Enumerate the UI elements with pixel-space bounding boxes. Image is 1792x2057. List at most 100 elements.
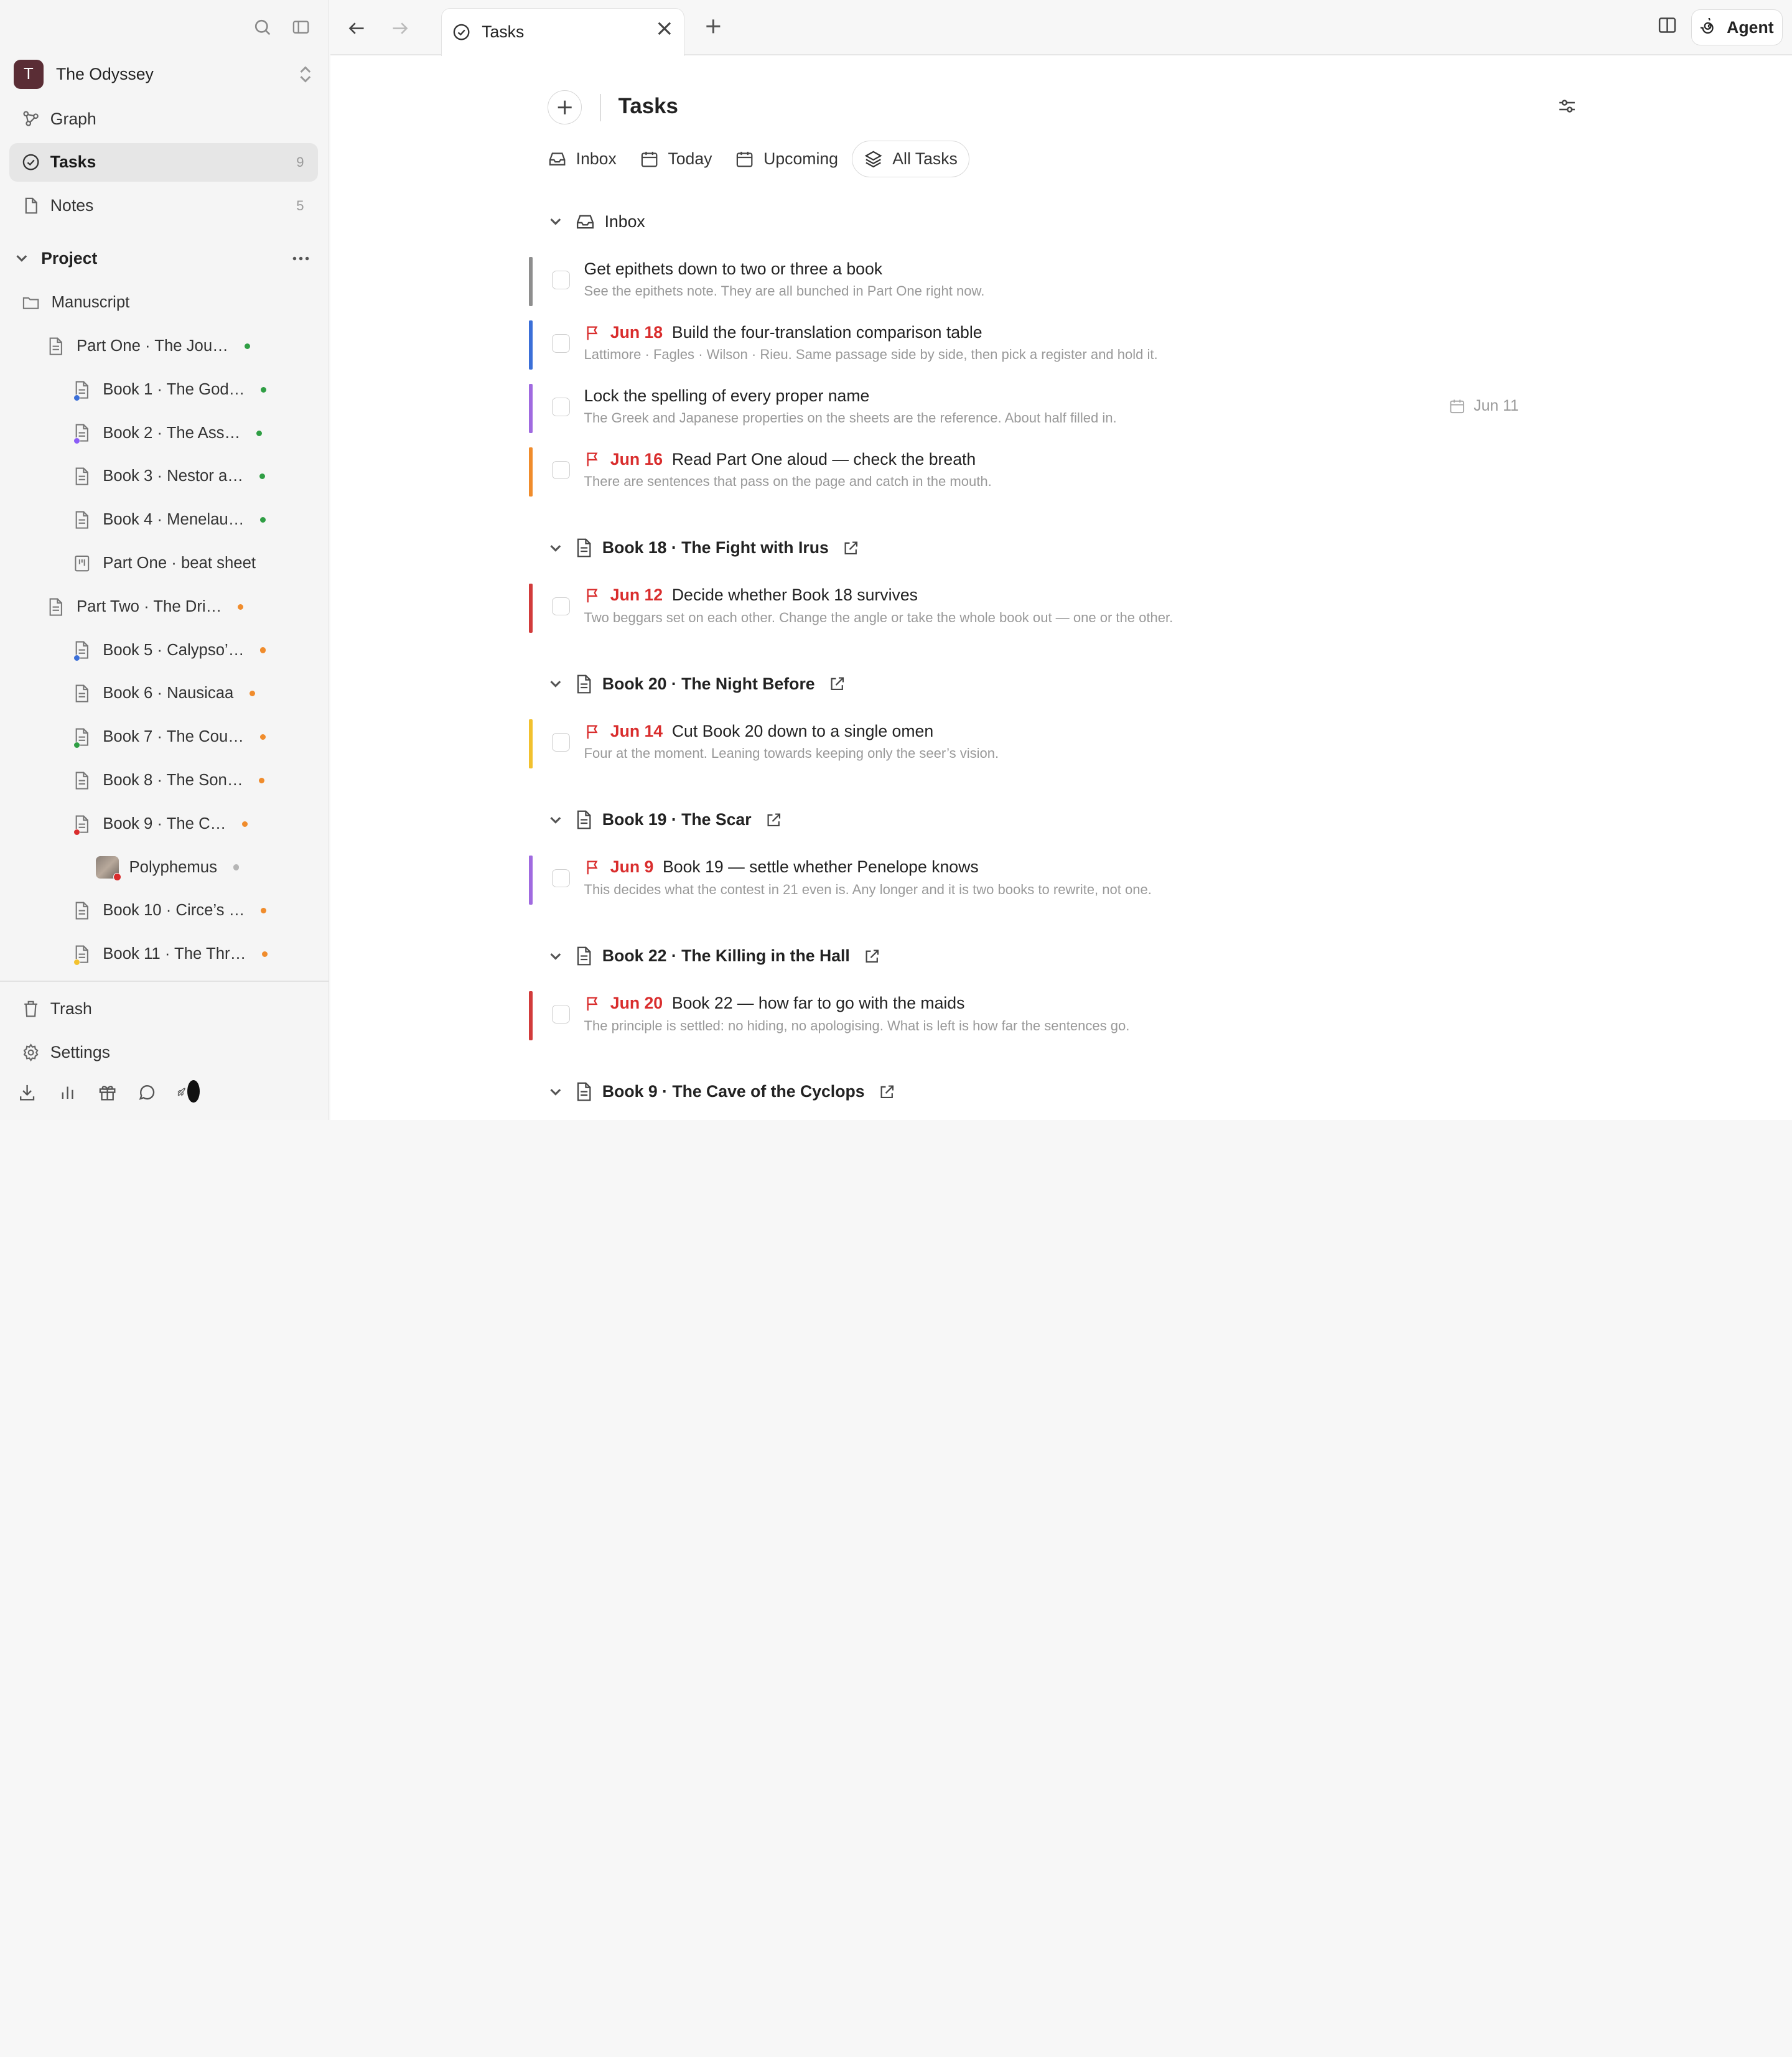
task-row[interactable]: Jun 14 Cut Book 20 down to a single omen F… (529, 719, 1580, 770)
task-row[interactable]: Get epithets down to two or three a book… (529, 257, 1580, 307)
back-arrow-icon[interactable] (344, 16, 369, 41)
task-checkbox[interactable] (552, 398, 571, 416)
task-row[interactable]: Lock the spelling of every proper name Th… (529, 384, 1580, 434)
bar-chart-icon[interactable] (56, 1081, 79, 1104)
task-checkbox[interactable] (552, 597, 571, 616)
tree-item[interactable]: Book 3 · Nestor a… (72, 462, 265, 492)
forward-arrow-icon[interactable] (388, 16, 413, 41)
task-checkbox[interactable] (552, 733, 571, 752)
new-tab-plus-icon[interactable] (702, 15, 725, 43)
flag-icon (584, 723, 602, 740)
task-row[interactable]: Jun 9 Book 19 — settle whether Penelope k… (529, 855, 1580, 906)
tree-item[interactable]: Book 4 · Menelau… (72, 505, 266, 535)
tab-inbox[interactable]: Inbox (548, 141, 617, 177)
status-dot (259, 777, 265, 784)
tree-item[interactable]: Book 1 · The God… (72, 375, 267, 404)
task-checkbox[interactable] (552, 271, 571, 289)
tree-item[interactable]: Book 5 · Calypso’… (72, 635, 266, 665)
task-row[interactable]: Jun 12 Decide whether Book 18 survives Two… (529, 583, 1580, 634)
tree-item[interactable]: Book 10 · Circe’s … (72, 896, 267, 926)
tree-item[interactable]: Book 6 · Nausicaa (72, 679, 256, 709)
task-title: Lock the spelling of every proper name (584, 386, 870, 405)
tree-item[interactable]: Book 7 · The Cou… (72, 722, 266, 752)
more-horizontal-icon[interactable] (291, 248, 311, 273)
workspace-switcher[interactable]: T The Odyssey (14, 59, 313, 90)
open-link-icon[interactable] (879, 1083, 896, 1101)
gift-icon[interactable] (96, 1081, 119, 1104)
tree-item-label: Book 7 · The Cou… (103, 728, 244, 746)
tree-item[interactable]: Part One · The Jou… (45, 332, 250, 361)
flag-icon (584, 995, 602, 1012)
document-icon (575, 1081, 593, 1102)
tab-tasks[interactable]: Tasks (441, 7, 685, 56)
task-row[interactable]: Jun 18 Build the four-translation compari… (529, 320, 1580, 371)
sidebar-item-graph[interactable]: Graph (9, 100, 318, 138)
chevron-down-icon (548, 676, 566, 692)
flag-icon (584, 859, 602, 876)
rocket-icon[interactable] (176, 1080, 200, 1104)
open-link-icon[interactable] (864, 948, 881, 965)
tree-item-label: Book 6 · Nausicaa (103, 684, 234, 702)
search-icon[interactable] (251, 16, 274, 39)
open-link-icon[interactable] (765, 811, 783, 829)
task-checkbox[interactable] (552, 869, 571, 888)
image-thumbnail (96, 856, 121, 882)
scheduled-date[interactable]: Jun 11 (1449, 398, 1519, 415)
tree-item[interactable]: Book 2 · The Ass… (72, 418, 263, 448)
gear-icon (21, 1042, 41, 1063)
split-view-icon[interactable] (1657, 15, 1678, 40)
tree-item[interactable]: Book 8 · The Son… (72, 766, 265, 796)
task-title: Decide whether Book 18 survives (671, 585, 918, 605)
document-icon (575, 674, 593, 694)
task-title: Get epithets down to two or three a book (584, 259, 883, 278)
open-link-icon[interactable] (829, 675, 846, 693)
tree-item[interactable]: Manuscript (21, 288, 129, 318)
task-checkbox[interactable] (552, 334, 571, 353)
add-task-button[interactable] (547, 90, 582, 125)
close-icon[interactable] (656, 20, 673, 41)
status-dot (259, 734, 266, 740)
sidebar-item-notes[interactable]: Notes 5 (9, 186, 318, 225)
group-header[interactable]: Book 19 · The Scar (548, 806, 782, 834)
group-header[interactable]: Book 20 · The Night Before (548, 670, 846, 697)
tree-item[interactable]: Part One · beat sheet (72, 549, 256, 579)
calendar-icon (735, 149, 754, 169)
sub-status-dot (73, 828, 80, 836)
sidebar-item-settings[interactable]: Settings (9, 1033, 318, 1071)
board-icon (72, 552, 93, 575)
download-icon[interactable] (16, 1081, 39, 1104)
open-link-icon[interactable] (842, 539, 860, 557)
sidebar-toggle-icon[interactable] (290, 16, 313, 39)
task-checkbox[interactable] (552, 1005, 571, 1024)
tree-item-label: Manuscript (51, 294, 130, 312)
status-dot (244, 343, 250, 350)
sidebar-item-tasks[interactable]: Tasks 9 (9, 142, 318, 182)
group-header[interactable]: Book 18 · The Fight with Irus (548, 534, 860, 562)
project-section-header[interactable]: Project (14, 246, 313, 271)
task-row[interactable]: Jun 16 Read Part One aloud — check the br… (529, 447, 1580, 498)
group-header[interactable]: Book 22 · The Killing in the Hall (548, 942, 881, 969)
notification-dot (187, 1080, 200, 1103)
task-description: Two beggars set on each other. Change th… (584, 609, 1174, 625)
tab-all-tasks[interactable]: All Tasks (852, 140, 970, 177)
agent-button[interactable]: Agent (1691, 9, 1783, 46)
flag-icon (584, 324, 602, 342)
tree-item[interactable]: Polyphemus (96, 852, 239, 882)
due-date: Jun 16 (610, 449, 663, 469)
task-row[interactable]: Jun 20 Book 22 — how far to go with the m… (529, 991, 1580, 1042)
group-title: Book 9 · The Cave of the Cyclops (602, 1082, 865, 1101)
tree-item-label: Part Two · The Dri… (77, 597, 222, 615)
sidebar-item-trash[interactable]: Trash (9, 990, 318, 1028)
tree-item[interactable]: Part Two · The Dri… (45, 592, 244, 622)
document-icon (72, 943, 93, 966)
group-header[interactable]: Inbox (548, 208, 645, 235)
tree-item[interactable]: Book 11 · The Thr… (72, 940, 268, 969)
task-checkbox[interactable] (552, 461, 571, 480)
tab-label: Inbox (576, 149, 617, 168)
filter-settings-icon[interactable] (1557, 96, 1577, 121)
tab-upcoming[interactable]: Upcoming (735, 141, 838, 177)
tab-today[interactable]: Today (640, 141, 712, 177)
tree-item[interactable]: Book 9 · The C… (72, 809, 248, 839)
group-header[interactable]: Book 9 · The Cave of the Cyclops (548, 1078, 895, 1106)
chat-bubble-icon[interactable] (136, 1081, 159, 1104)
